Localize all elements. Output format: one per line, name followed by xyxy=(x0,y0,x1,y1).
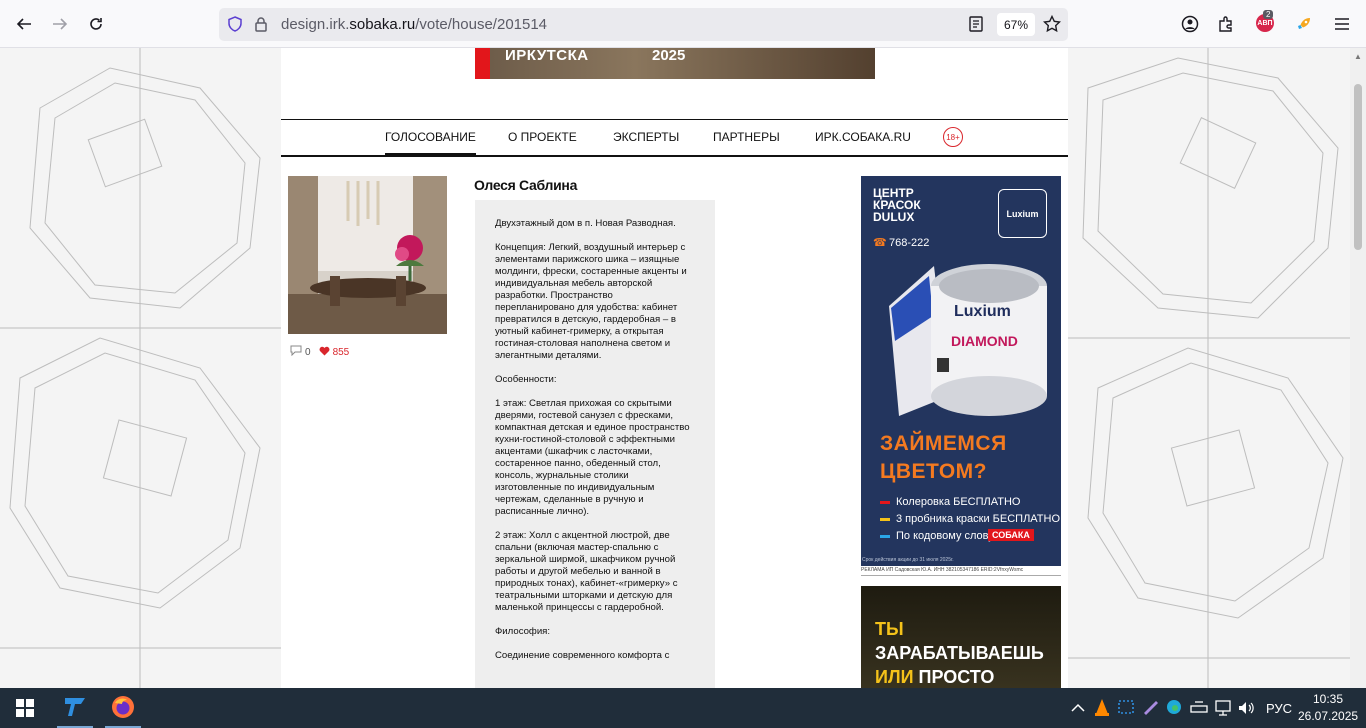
shield-icon[interactable] xyxy=(227,16,243,37)
forward-icon[interactable] xyxy=(45,9,75,39)
pen-icon[interactable] xyxy=(1142,699,1160,718)
ad-headline: ЗАЙМЕМСЯ ЦВЕТОМ? xyxy=(880,432,1007,483)
taskbar-clock[interactable]: 10:35 26.07.2025 xyxy=(1298,691,1358,725)
author-name: Олеся Саблина xyxy=(474,177,578,193)
ad-caption: РЕКЛАМА ИП Садовская Ю.А. ИНН 3821053471… xyxy=(861,567,1061,576)
language-indicator[interactable]: РУС xyxy=(1266,701,1292,716)
ad-brand: ЦЕНТР КРАСОК DULUX xyxy=(873,186,921,224)
top-banner-ad[interactable]: ИРКУТСКА 2025 xyxy=(475,48,875,79)
like-count: 855 xyxy=(332,346,350,358)
paint-can-image: Luxium DIAMOND xyxy=(889,264,1047,416)
ad-fineprint: Срок действия акции до 31 июля 2025г. xyxy=(862,557,954,563)
site-nav: ГОЛОСОВАНИЕ О ПРОЕКТЕ ЭКСПЕРТЫ ПАРТНЕРЫ … xyxy=(281,119,1068,157)
can-brand-text: Luxium xyxy=(954,303,1011,320)
luxium-logo: Luxium xyxy=(998,189,1047,238)
tray-chevron-icon[interactable] xyxy=(1071,701,1085,716)
rocket-extension-icon[interactable] xyxy=(1289,9,1319,39)
ad-bullet: По кодовому слову xyxy=(880,530,994,542)
blueprint-background-left xyxy=(0,48,281,688)
ad-bullet: 3 пробника краски БЕСПЛАТНО xyxy=(880,513,1060,525)
desc-paragraph: Двухэтажный дом в п. Новая Разводная. xyxy=(495,218,676,229)
reader-view-icon[interactable] xyxy=(969,16,983,37)
nav-partners[interactable]: ПАРТНЕРЫ xyxy=(713,130,780,144)
entry-description: Двухэтажный дом в п. Новая Разводная. Ко… xyxy=(475,200,715,688)
reload-icon[interactable] xyxy=(81,9,111,39)
entry-photo[interactable] xyxy=(288,176,447,334)
menu-icon[interactable] xyxy=(1327,9,1357,39)
second-ad[interactable]: ТЫ ЗАРАБАТЫВАЕШЬ ИЛИ ПРОСТО УСТАЕШЬ? xyxy=(861,586,1061,688)
can-product-text: DIAMOND xyxy=(951,333,1018,349)
extension-count-badge: 2 xyxy=(1263,10,1274,19)
taskbar: РУС 10:35 26.07.2025 xyxy=(0,688,1366,728)
heart-icon[interactable] xyxy=(319,346,330,359)
entry-stats: 0 855 xyxy=(290,345,349,359)
volume-icon[interactable] xyxy=(1237,700,1255,719)
account-icon[interactable] xyxy=(1175,9,1205,39)
desc-paragraph: Соединение современного комфорта с xyxy=(495,650,670,661)
desc-paragraph: 2 этаж: Холл с акцентной люстрой, две сп… xyxy=(495,530,678,613)
age-rating-badge: 18+ xyxy=(943,127,963,147)
web-page: ИРКУТСКА 2025 ГОЛОСОВАНИЕ О ПРОЕКТЕ ЭКСП… xyxy=(0,48,1350,688)
desc-paragraph: 1 этаж: Светлая прихожая со скрытыми две… xyxy=(495,398,690,517)
vlc-icon[interactable] xyxy=(1094,698,1110,719)
dulux-ad[interactable]: ЦЕНТР КРАСОК DULUX ☎ 768-222 Luxium Luxi… xyxy=(861,176,1061,566)
nav-about[interactable]: О ПРОЕКТЕ xyxy=(508,130,577,144)
url-text[interactable]: design.irk.sobaka.ru/vote/house/201514 xyxy=(281,16,547,33)
content-column: ИРКУТСКА 2025 ГОЛОСОВАНИЕ О ПРОЕКТЕ ЭКСП… xyxy=(281,48,1068,688)
zoom-level[interactable]: 67% xyxy=(997,13,1035,36)
comment-count: 0 xyxy=(305,346,311,358)
banner-red-stripe xyxy=(475,48,490,79)
desc-paragraph: Концепция: Легкий, воздушный интерьер с … xyxy=(495,242,687,361)
edge-icon[interactable] xyxy=(1166,699,1182,718)
ad-bullet: Колеровка БЕСПЛАТНО xyxy=(880,496,1020,508)
scroll-up-icon[interactable]: ▲ xyxy=(1354,52,1362,61)
app-icon[interactable] xyxy=(57,688,93,728)
lock-icon[interactable] xyxy=(254,16,268,37)
page-scrollbar[interactable]: ▲ xyxy=(1350,48,1366,688)
nav-voting[interactable]: ГОЛОСОВАНИЕ xyxy=(385,130,476,155)
likes-button[interactable]: 855 xyxy=(319,346,350,359)
firefox-icon[interactable] xyxy=(105,688,141,728)
browser-toolbar: design.irk.sobaka.ru/vote/house/201514 6… xyxy=(0,0,1366,48)
bookmark-star-icon[interactable] xyxy=(1042,14,1062,38)
ad2-headline: ТЫ ЗАРАБАТЫВАЕШЬ ИЛИ ПРОСТО УСТАЕШЬ? xyxy=(875,619,1044,687)
nav-irk-sobaka[interactable]: ИРК.СОБАКА.RU xyxy=(815,130,911,144)
nav-experts[interactable]: ЭКСПЕРТЫ xyxy=(613,130,679,144)
ethernet-icon[interactable] xyxy=(1214,700,1232,719)
comment-icon[interactable] xyxy=(290,345,302,359)
banner-year: 2025 xyxy=(652,48,686,64)
back-icon[interactable] xyxy=(9,9,39,39)
screenshot-tool-icon[interactable] xyxy=(1117,699,1135,718)
desc-paragraph: Особенности: xyxy=(495,374,557,385)
banner-text: ИРКУТСКА xyxy=(505,48,589,64)
network-device-icon[interactable] xyxy=(1190,700,1208,717)
scroll-thumb[interactable] xyxy=(1354,84,1362,250)
extensions-icon[interactable] xyxy=(1211,9,1241,39)
windows-start-icon[interactable] xyxy=(10,688,40,728)
desc-paragraph: Философия: xyxy=(495,626,551,637)
blueprint-background-right xyxy=(1068,48,1350,688)
url-bar[interactable]: design.irk.sobaka.ru/vote/house/201514 6… xyxy=(219,8,1068,41)
sobaka-logo: СОБАКА xyxy=(988,529,1034,541)
